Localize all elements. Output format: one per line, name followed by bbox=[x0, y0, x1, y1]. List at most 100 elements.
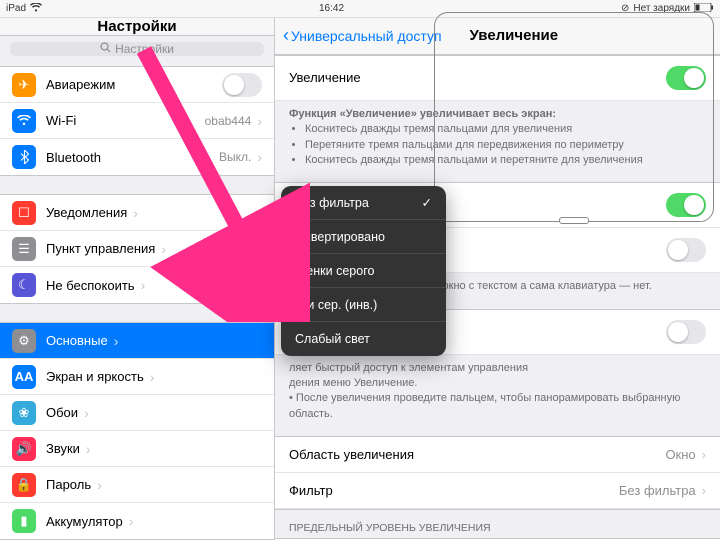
battery-label: Нет зарядки bbox=[633, 3, 690, 14]
sidebar-item-passcode[interactable]: 🔒 Пароль › bbox=[0, 467, 274, 503]
search-placeholder: Настройки bbox=[115, 42, 174, 56]
wallpaper-icon: ❀ bbox=[12, 401, 36, 425]
chevron-right-icon: › bbox=[257, 149, 262, 165]
controller-toggle[interactable] bbox=[666, 320, 706, 344]
sidebar-item-notifications[interactable]: ☐ Уведомления › bbox=[0, 195, 274, 231]
zoom-filter-row[interactable]: Фильтр Без фильтра › bbox=[275, 473, 720, 509]
chevron-right-icon: › bbox=[133, 205, 138, 221]
sidebar-item-sounds[interactable]: 🔊 Звуки › bbox=[0, 431, 274, 467]
follow-toggle[interactable] bbox=[666, 193, 706, 217]
chevron-right-icon: › bbox=[129, 513, 134, 529]
row-label: Увеличение bbox=[289, 70, 361, 85]
intro-line: Коснитесь дважды тремя пальцами и перетя… bbox=[305, 153, 706, 168]
zoom-options-group: Область увеличения Окно › Фильтр Без фил… bbox=[275, 436, 720, 510]
sidebar-item-label: Обои bbox=[46, 405, 78, 420]
sidebar-item-label: Bluetooth bbox=[46, 150, 101, 165]
sidebar-item-label: Wi-Fi bbox=[46, 113, 76, 128]
gear-icon: ⚙ bbox=[12, 329, 36, 353]
airplane-toggle[interactable] bbox=[222, 73, 262, 97]
filter-option-none[interactable]: Без фильтра ✓ bbox=[281, 186, 446, 220]
zoom-toggle[interactable] bbox=[666, 66, 706, 90]
sidebar-item-label: Пункт управления bbox=[46, 241, 155, 256]
sidebar-item-wifi[interactable]: Wi-Fi obab444 › bbox=[0, 103, 274, 139]
filter-option-lowlight[interactable]: Слабый свет bbox=[281, 322, 446, 356]
zoom-region-row[interactable]: Область увеличения Окно › bbox=[275, 437, 720, 473]
search-icon bbox=[100, 42, 111, 56]
sidebar-item-display[interactable]: AA Экран и яркость › bbox=[0, 359, 274, 395]
intro-line: Перетяните тремя пальцами для передвижен… bbox=[305, 138, 706, 153]
chevron-right-icon: › bbox=[114, 333, 119, 349]
sidebar-item-label: Аккумулятор bbox=[46, 514, 123, 529]
row-value: Окно bbox=[665, 447, 695, 462]
lock-icon: 🔒 bbox=[12, 473, 36, 497]
sidebar-item-label: Экран и яркость bbox=[46, 369, 144, 384]
airplane-icon: ✈ bbox=[12, 73, 36, 97]
wifi-icon bbox=[12, 109, 36, 133]
intro-heading: Функция «Увеличение» увеличивает весь эк… bbox=[289, 108, 556, 120]
sidebar-item-value: obab444 bbox=[205, 114, 252, 128]
smart-typing-toggle[interactable] bbox=[666, 238, 706, 262]
back-button[interactable]: ‹ Универсальный доступ bbox=[275, 25, 450, 46]
chevron-right-icon: › bbox=[702, 447, 706, 462]
chevron-right-icon: › bbox=[257, 113, 262, 129]
option-label: ттенки серого bbox=[295, 264, 374, 278]
display-icon: AA bbox=[12, 365, 36, 389]
max-zoom-header: ПРЕДЕЛЬНЫЙ УРОВЕНЬ УВЕЛИЧЕНИЯ bbox=[275, 510, 720, 538]
sidebar-item-control-center[interactable]: ☰ Пункт управления › bbox=[0, 231, 274, 267]
detail-title: Увеличение bbox=[470, 27, 559, 44]
sidebar-item-general[interactable]: ⚙ Основные › bbox=[0, 323, 274, 359]
bluetooth-icon bbox=[12, 145, 36, 169]
time-label: 16:42 bbox=[319, 3, 344, 14]
filter-option-grayscale[interactable]: ттенки серого bbox=[281, 254, 446, 288]
battery-not-charging-icon: ⊘ bbox=[621, 3, 629, 14]
controller-note: ляет быстрый доступ к элементам управлен… bbox=[275, 355, 720, 437]
filter-option-gray-inv[interactable]: нки сер. (инв.) bbox=[281, 288, 446, 322]
option-label: нки сер. (инв.) bbox=[295, 298, 377, 312]
settings-sidebar: Настройки Настройки ✈ Авиарежим Wi-Fi ob… bbox=[0, 18, 275, 540]
chevron-left-icon: ‹ bbox=[283, 25, 289, 46]
row-label: Фильтр bbox=[289, 483, 333, 498]
sidebar-item-label: Пароль bbox=[46, 477, 91, 492]
filter-option-inverted[interactable]: Инвертировано bbox=[281, 220, 446, 254]
intro-line: Коснитесь дважды тремя пальцами для увел… bbox=[305, 122, 706, 137]
sidebar-item-label: Не беспокоить bbox=[46, 278, 135, 293]
device-label: iPad bbox=[6, 3, 26, 14]
detail-header: ‹ Универсальный доступ Увеличение bbox=[275, 18, 720, 55]
sidebar-title: Настройки bbox=[97, 18, 176, 35]
zoom-toggle-row[interactable]: Увеличение bbox=[275, 55, 720, 101]
chevron-right-icon: › bbox=[141, 277, 146, 293]
moon-icon: ☾ bbox=[12, 273, 36, 297]
zoom-intro: Функция «Увеличение» увеличивает весь эк… bbox=[275, 101, 720, 183]
option-label: Слабый свет bbox=[295, 332, 370, 346]
sidebar-item-airplane[interactable]: ✈ Авиарежим bbox=[0, 67, 274, 103]
back-label: Универсальный доступ bbox=[291, 28, 442, 44]
status-bar: iPad 16:42 ⊘ Нет зарядки bbox=[0, 0, 720, 18]
battery-icon bbox=[694, 3, 714, 15]
sidebar-group-notifications: ☐ Уведомления › ☰ Пункт управления › ☾ Н… bbox=[0, 194, 274, 304]
sidebar-item-wallpaper[interactable]: ❀ Обои › bbox=[0, 395, 274, 431]
chevron-right-icon: › bbox=[150, 369, 155, 385]
control-center-icon: ☰ bbox=[12, 237, 36, 261]
sidebar-item-bluetooth[interactable]: Bluetooth Выкл. › bbox=[0, 139, 274, 175]
row-value: Без фильтра bbox=[619, 483, 696, 498]
notifications-icon: ☐ bbox=[12, 201, 36, 225]
option-label: Инвертировано bbox=[295, 230, 385, 244]
sidebar-item-dnd[interactable]: ☾ Не беспокоить › bbox=[0, 267, 274, 303]
chevron-right-icon: › bbox=[86, 441, 91, 457]
sidebar-item-label: Основные bbox=[46, 333, 108, 348]
option-label: Без фильтра bbox=[295, 196, 369, 210]
chevron-right-icon: › bbox=[161, 241, 166, 257]
sidebar-header: Настройки bbox=[0, 18, 274, 36]
sidebar-item-label: Уведомления bbox=[46, 205, 127, 220]
sidebar-item-label: Звуки bbox=[46, 441, 80, 456]
wifi-icon bbox=[30, 3, 42, 15]
chevron-right-icon: › bbox=[702, 483, 706, 498]
battery-icon: ▮ bbox=[12, 509, 36, 533]
chevron-right-icon: › bbox=[97, 477, 102, 493]
row-label: Область увеличения bbox=[289, 447, 414, 462]
search-input[interactable]: Настройки bbox=[10, 42, 264, 56]
sidebar-group-connectivity: ✈ Авиарежим Wi-Fi obab444 › Bluetooth Вы… bbox=[0, 66, 274, 176]
sidebar-item-battery[interactable]: ▮ Аккумулятор › bbox=[0, 503, 274, 539]
filter-popover: Без фильтра ✓ Инвертировано ттенки серог… bbox=[281, 186, 446, 356]
check-icon: ✓ bbox=[422, 195, 432, 210]
